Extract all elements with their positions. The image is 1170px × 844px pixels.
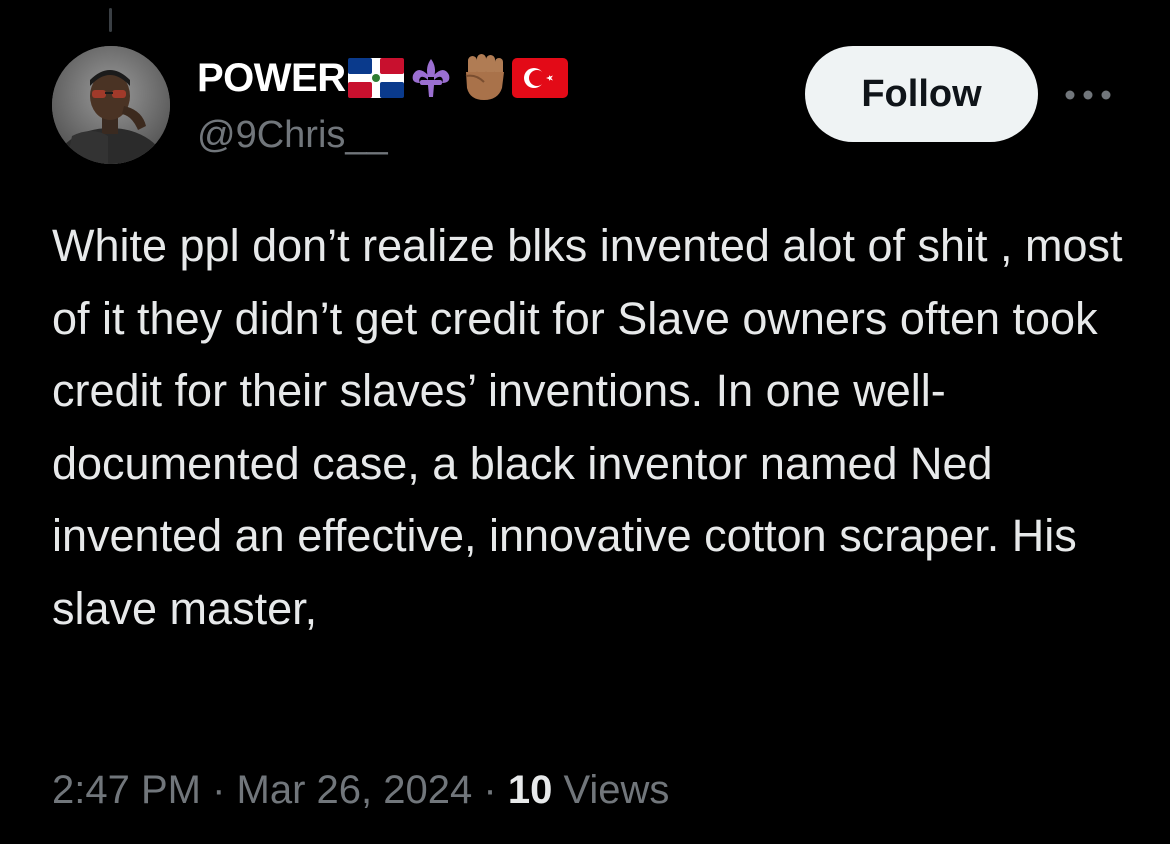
more-horizontal-icon — [1065, 90, 1111, 100]
dominican-republic-flag-icon — [347, 58, 404, 98]
more-options-button[interactable] — [1064, 80, 1112, 110]
thread-connector-line — [109, 8, 112, 32]
author-name-row[interactable]: POWER — [197, 52, 568, 104]
meta-separator: · — [212, 768, 226, 812]
views-label: Views — [563, 768, 670, 812]
follow-button[interactable]: Follow — [805, 46, 1038, 142]
raised-fist-icon — [458, 52, 510, 104]
meta-separator: · — [483, 768, 497, 812]
avatar-photo-icon — [52, 46, 170, 164]
tweet-text: White ppl don’t realize blks invented al… — [52, 220, 1123, 634]
avatar[interactable] — [52, 46, 170, 164]
views-count[interactable]: 10 — [508, 768, 553, 812]
fleur-de-lis-icon — [406, 53, 456, 103]
author-display-name[interactable]: POWER — [197, 54, 346, 102]
tweet-date[interactable]: Mar 26, 2024 — [237, 768, 473, 812]
tweet-metadata: 2:47 PM · Mar 26, 2024 · 10 Views — [52, 762, 669, 818]
tweet-time[interactable]: 2:47 PM — [52, 768, 201, 812]
turkey-flag-icon — [511, 58, 568, 98]
author-handle[interactable]: @9Chris__ — [197, 112, 388, 158]
